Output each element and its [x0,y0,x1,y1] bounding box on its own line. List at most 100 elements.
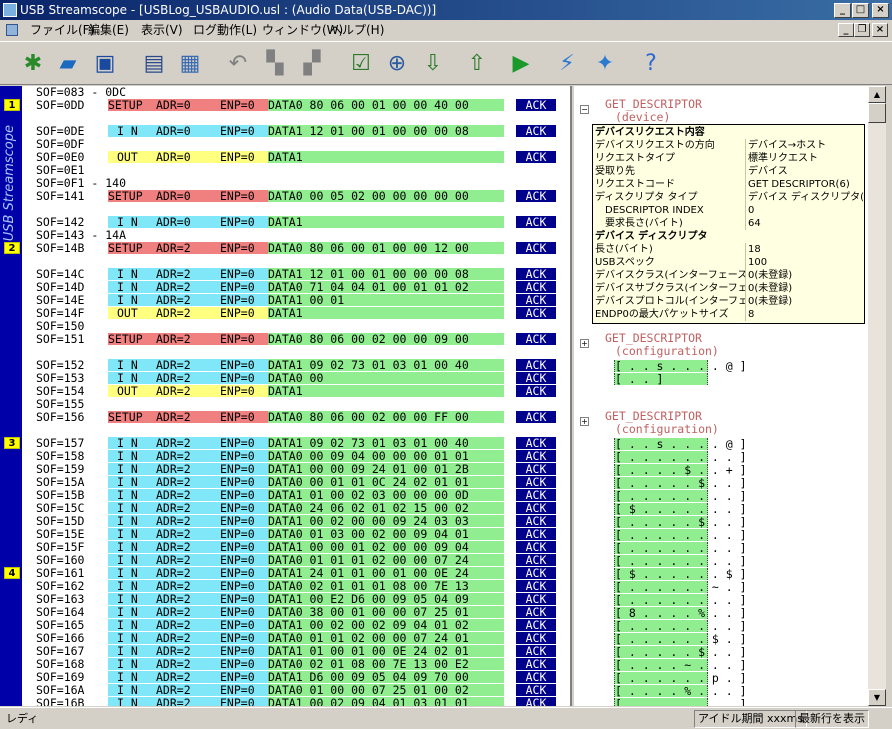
log-row[interactable]: SOF=0E0 OUT ADR=0 ENP=0 DATA1 ACK [36,151,566,164]
ack-badge: ACK [516,606,556,619]
tooltip-row: USBスペック 100 [593,256,865,269]
menu-view[interactable]: 表示(V) [141,20,183,40]
packet-in: I N ADR=2 ENP=0 [108,528,294,541]
endpoint: ENP=0 [220,124,255,138]
tooltip-value: 18 [745,243,865,256]
data-field: DATA1 00 00 01 02 00 00 09 04 [268,541,504,554]
data-field: DATA1 [268,216,504,229]
scroll-thumb[interactable] [868,103,886,123]
save-icon[interactable]: ▣ [90,49,120,79]
bookmark-marker[interactable]: 4 [4,567,20,579]
down-icon[interactable]: ⇩ [418,49,448,79]
run-icon[interactable]: ▶ [506,49,536,79]
tooltip-value: 0(未登録) [745,282,865,295]
log-row[interactable]: SOF=14F OUT ADR=2 ENP=0 DATA1 ACK [36,307,566,320]
menu-file[interactable]: ファイル(F) [30,20,94,40]
log-row[interactable]: SOF=16B I N ADR=2 ENP=0 DATA1 00 02 09 04 01… [36,697,566,706]
ascii-dump: [ $ . . . . . . $ ] [614,567,747,581]
ascii-dump: [ . . . . % . . . ] [614,684,747,698]
ack-badge: ACK [516,372,556,385]
tree-toggle-icon[interactable]: − [580,105,589,114]
ack-badge: ACK [516,385,556,398]
log-row[interactable]: SOF=156 SETUP ADR=2 ENP=0 DATA0 80 06 00 02 … [36,411,566,424]
address: ADR=2 [156,384,191,398]
data-field: DATA0 71 04 04 01 00 01 01 02 [268,281,504,294]
sof-label: SOF=156 [36,410,85,424]
print-icon[interactable]: ▤ [139,49,169,79]
log-pane[interactable]: USB Streamscope 1234 SOF=083 - 0DC SOF=0D… [0,86,572,706]
tooltip-header-text: デバイスリクエスト内容 [595,127,705,138]
packet-in: I N ADR=2 ENP=0 [108,281,294,294]
menu-edit[interactable]: 編集(E) [88,20,129,40]
log-row[interactable]: SOF=0DD SETUP ADR=0 ENP=0 DATA0 80 06 00 01 … [36,99,566,112]
new-icon[interactable]: ✱ [18,49,48,79]
maximize-button[interactable]: □ [852,3,869,18]
disconnect-icon[interactable]: ✦ [590,49,620,79]
copy-icon[interactable]: ▚ [260,49,290,79]
help-icon[interactable]: ? [636,49,666,79]
data-field: DATA1 D6 00 09 05 04 09 70 00 [268,671,504,684]
ack-badge: ACK [516,697,556,706]
zoom-icon[interactable]: ⊕ [382,49,412,79]
menu-log-action[interactable]: ログ動作(L) [193,20,257,40]
packet-in: I N ADR=2 ENP=0 [108,658,294,671]
data-field: DATA1 00 02 00 00 09 24 03 03 [268,515,504,528]
connect-icon[interactable]: ⚡ [552,49,582,79]
packet-setup: SETUP ADR=0 ENP=0 [108,190,294,203]
tooltip-row: デバイスクラス(インターフェース固有)0(未登録) [593,269,865,282]
sof-label: SOF=14B [36,241,85,255]
paste-icon[interactable]: ▞ [297,49,327,79]
tooltip-row: 受取り先 デバイス [593,165,865,178]
packet-in: I N ADR=2 ENP=0 [108,671,294,684]
title-bar: USB Streamscope - [USBLog_USBAUDIO.usl :… [0,0,892,20]
packet-in: I N ADR=2 ENP=0 [108,684,294,697]
log-row[interactable]: SOF=14B SETUP ADR=2 ENP=0 DATA0 80 06 00 01 … [36,242,566,255]
tooltip-key: USBスペック [595,257,655,268]
ack-badge: ACK [516,216,556,229]
log-row[interactable]: SOF=154 OUT ADR=2 ENP=0 DATA1 ACK [36,385,566,398]
packet-in: I N ADR=2 ENP=0 [108,632,294,645]
data-field: DATA1 09 02 73 01 03 01 00 40 [268,359,504,372]
app-icon [3,3,17,17]
sof-label: SOF=151 [36,332,85,346]
bookmark-marker[interactable]: 1 [4,99,20,111]
mdi-restore-button[interactable]: ❐ [854,23,870,37]
log-row[interactable]: SOF=151 SETUP ADR=2 ENP=0 DATA0 80 06 00 02 … [36,333,566,346]
scroll-down-icon[interactable]: ▼ [868,689,886,706]
print-preview-icon[interactable]: ▦ [175,49,205,79]
ack-badge: ACK [516,684,556,697]
bookmark-marker[interactable]: 2 [4,242,20,254]
tooltip-value: 標準リクエスト [745,152,865,165]
data-field: DATA1 00 01 [268,294,504,307]
mdi-close-button[interactable]: × [872,23,888,37]
tooltip-value: デバイス ディスクリプタ(1) [745,191,865,204]
data-field: DATA1 [268,151,504,164]
bookmark-marker[interactable]: 3 [4,437,20,449]
scroll-up-icon[interactable]: ▲ [868,86,886,103]
ascii-dump: [ . . ] [614,373,708,385]
menu-help[interactable]: ヘルプ(H) [330,20,384,40]
tooltip-row: デバイスリクエストの方向 デバイス→ホスト [593,139,865,152]
document-icon[interactable] [6,24,18,36]
mdi-minimize-button[interactable]: _ [838,23,854,37]
open-icon[interactable]: ▰ [53,49,83,79]
up-icon[interactable]: ⇧ [462,49,492,79]
check-icon[interactable]: ☑ [346,49,376,79]
close-button[interactable]: × [872,3,889,18]
minimize-button[interactable]: _ [834,3,851,18]
undo-icon[interactable]: ↶ [223,49,253,79]
endpoint: ENP=0 [220,306,255,320]
log-row[interactable]: SOF=0DE I N ADR=0 ENP=0 DATA1 12 01 00 01 00… [36,125,566,138]
packet-setup: SETUP ADR=2 ENP=0 [108,242,294,255]
data-field: DATA1 00 02 09 04 01 03 01 01 [268,697,504,706]
packet-in: I N ADR=2 ENP=0 [108,359,294,372]
data-field: DATA0 00 01 01 0C 24 02 01 01 [268,476,504,489]
ascii-dump: [ . . s . . . . @ ] [614,359,747,373]
endpoint: ENP=0 [220,332,255,346]
vertical-scrollbar[interactable]: ▲ ▼ [868,86,886,706]
tree-toggle-icon[interactable]: + [580,417,589,426]
log-row[interactable]: SOF=141 SETUP ADR=0 ENP=0 DATA0 00 05 02 00 … [36,190,566,203]
packet-in: I N ADR=2 ENP=0 [108,268,294,281]
tooltip-header: デバイス ディスクリプタ [593,230,865,243]
tree-toggle-icon[interactable]: + [580,339,589,348]
